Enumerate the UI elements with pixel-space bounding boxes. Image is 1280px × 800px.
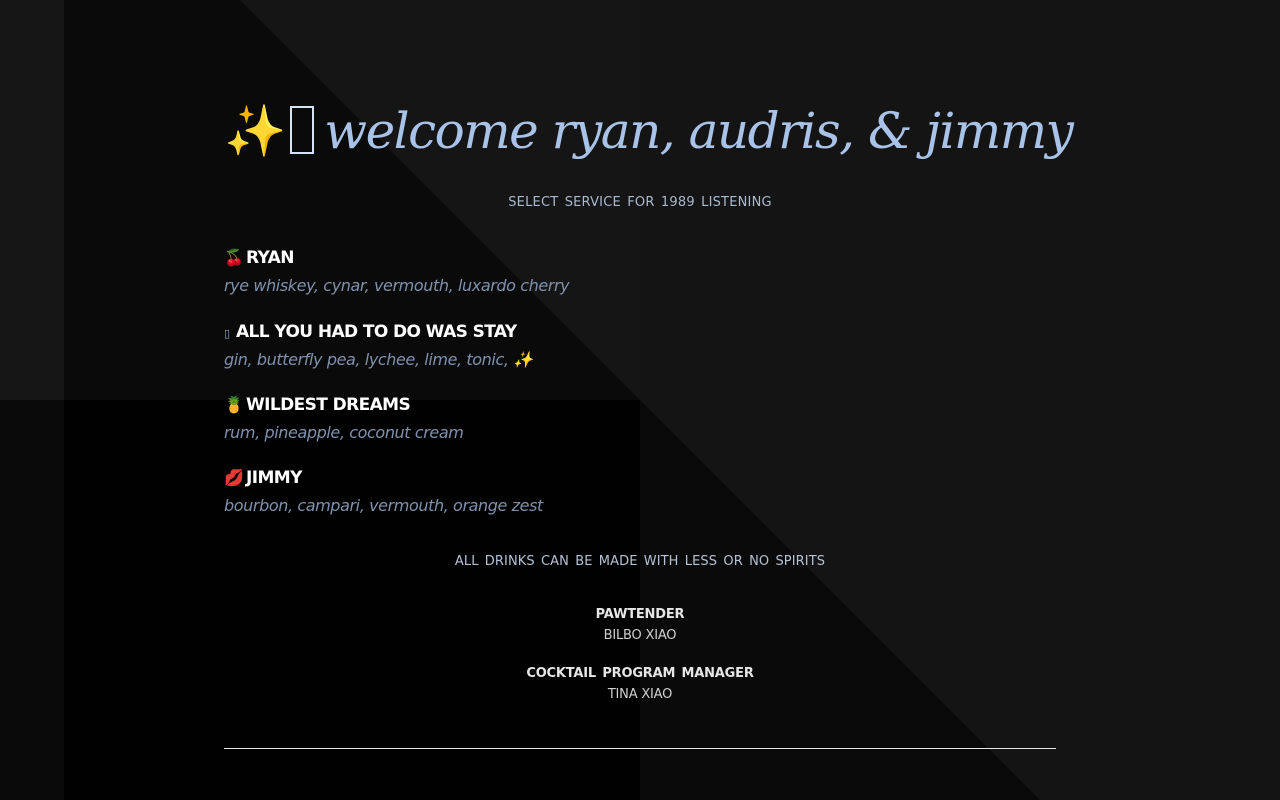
cherries-icon: 🍒 [224,248,244,267]
credit-name-pawtender: BILBO XIAO [603,628,677,643]
drink-item-jimmy[interactable]: 💋 JIMMY bourbon, campari, vermouth, orang… [224,467,543,515]
page-title: ✨ welcome ryan, audris, & jimmy [224,96,1074,166]
credit-name-program-manager: TINA XIAO [607,687,673,702]
drink-item-all-you-had-to-do-was-stay[interactable]: ▯ ALL YOU HAD TO DO WAS STAY gin, butterf… [224,321,533,369]
drink-description: gin, butterfly pea, lychee, lime, tonic,… [224,350,533,369]
drink-name-row: ▯ ALL YOU HAD TO DO WAS STAY [224,321,533,343]
missing-glyph-icon: ▯ [224,327,230,340]
missing-glyph-icon [290,106,315,154]
drink-name-row: 💋 JIMMY [224,467,543,489]
drink-name: ALL YOU HAD TO DO WAS STAY [236,322,517,342]
drink-name: JIMMY [246,468,302,488]
drink-name-row: 🍒 RYAN [224,247,569,269]
drink-item-ryan[interactable]: 🍒 RYAN rye whiskey, cynar, vermouth, luxa… [224,247,570,295]
credit-role-program-manager: COCKTAIL PROGRAM MANAGER [526,666,754,681]
drink-name-row: 🍍 WILDEST DREAMS [224,394,463,416]
pineapple-icon: 🍍 [224,395,244,414]
footer-divider [224,748,1056,749]
spirits-note: ALL DRINKS CAN BE MADE WITH LESS OR NO S… [454,554,826,569]
drink-description: bourbon, campari, vermouth, orange zest [224,496,543,515]
drink-item-wildest-dreams[interactable]: 🍍 WILDEST DREAMS rum, pineapple, coconut … [224,394,464,442]
kiss-mark-icon: 💋 [224,468,244,487]
credit-role-pawtender: PAWTENDER [595,607,685,622]
drink-description: rum, pineapple, coconut cream [224,423,464,442]
menu-card: ✨ welcome ryan, audris, & jimmy SELECT SE… [224,0,1074,800]
sparkles-icon: ✨ [224,102,287,160]
subtitle: SELECT SERVICE FOR 1989 LISTENING [508,195,772,210]
drink-name: RYAN [246,248,294,268]
title-text: welcome ryan, audris, & jimmy [324,102,1074,160]
drink-description: rye whiskey, cynar, vermouth, luxardo ch… [224,276,570,295]
drink-name: WILDEST DREAMS [246,395,411,415]
